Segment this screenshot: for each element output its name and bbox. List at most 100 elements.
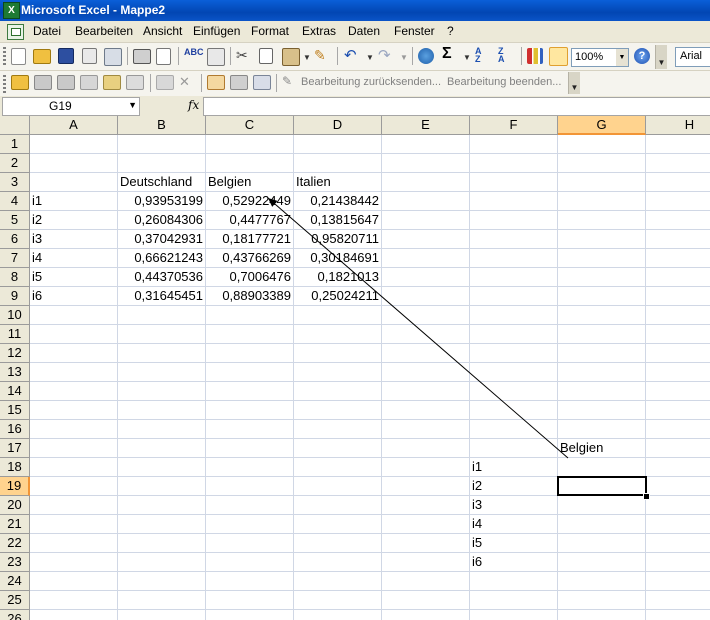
cell-f17[interactable] [470, 439, 558, 458]
cell-c11[interactable] [206, 325, 294, 344]
next-comment-icon[interactable] [57, 75, 75, 90]
cell-e26[interactable] [382, 610, 470, 620]
row-header-26[interactable]: 26 [0, 610, 30, 620]
cell-a5[interactable]: i2 [30, 211, 118, 230]
cell-c12[interactable] [206, 344, 294, 363]
cell-g13[interactable] [558, 363, 646, 382]
cell-e23[interactable] [382, 553, 470, 572]
row-header-20[interactable]: 20 [0, 496, 30, 515]
cell-g9[interactable] [558, 287, 646, 306]
fill-handle[interactable] [643, 493, 650, 500]
redo-dropdown-icon[interactable]: ▼ [400, 53, 408, 62]
formula-input[interactable] [203, 97, 710, 116]
print-icon[interactable] [133, 49, 151, 64]
new-icon[interactable] [11, 48, 26, 65]
row-header-7[interactable]: 7 [0, 249, 30, 268]
cell-b7[interactable]: 0,66621243 [118, 249, 206, 268]
toolbar-grip[interactable] [3, 75, 6, 93]
row-header-23[interactable]: 23 [0, 553, 30, 572]
cell-g24[interactable] [558, 572, 646, 591]
cell-c9[interactable]: 0,88903389 [206, 287, 294, 306]
cell-g12[interactable] [558, 344, 646, 363]
cell-d24[interactable] [294, 572, 382, 591]
track-changes-icon[interactable] [156, 75, 174, 90]
workbook-icon[interactable] [7, 24, 24, 40]
cell-b19[interactable] [118, 477, 206, 496]
cell-c13[interactable] [206, 363, 294, 382]
cell-g11[interactable] [558, 325, 646, 344]
cell-e11[interactable] [382, 325, 470, 344]
name-box[interactable]: G19 ▼ [2, 97, 140, 116]
cell-e17[interactable] [382, 439, 470, 458]
cell-f21[interactable]: i4 [470, 515, 558, 534]
cell-b17[interactable] [118, 439, 206, 458]
cell-f24[interactable] [470, 572, 558, 591]
cell-b2[interactable] [118, 154, 206, 173]
end-review-button[interactable]: Bearbeitung beenden... [447, 76, 561, 88]
cell-d10[interactable] [294, 306, 382, 325]
cell-e8[interactable] [382, 268, 470, 287]
cell-e22[interactable] [382, 534, 470, 553]
cell-f12[interactable] [470, 344, 558, 363]
cell-f19[interactable]: i2 [470, 477, 558, 496]
menu-help[interactable]: ? [447, 24, 454, 38]
cell-h23[interactable] [646, 553, 710, 572]
cell-f6[interactable] [470, 230, 558, 249]
cell-h8[interactable] [646, 268, 710, 287]
cell-g17[interactable]: Belgien [558, 439, 646, 458]
sort-descending-icon[interactable]: ZA [498, 47, 514, 64]
cell-g2[interactable] [558, 154, 646, 173]
cell-a25[interactable] [30, 591, 118, 610]
cell-d6[interactable]: 0,95820711 [294, 230, 382, 249]
cell-e13[interactable] [382, 363, 470, 382]
row-header-24[interactable]: 24 [0, 572, 30, 591]
cell-a22[interactable] [30, 534, 118, 553]
cell-g3[interactable] [558, 173, 646, 192]
cell-g21[interactable] [558, 515, 646, 534]
cell-a14[interactable] [30, 382, 118, 401]
cell-b8[interactable]: 0,44370536 [118, 268, 206, 287]
cell-b1[interactable] [118, 135, 206, 154]
cell-a11[interactable] [30, 325, 118, 344]
cell-g16[interactable] [558, 420, 646, 439]
cell-e15[interactable] [382, 401, 470, 420]
show-all-comments-icon[interactable] [103, 75, 121, 90]
cell-e7[interactable] [382, 249, 470, 268]
column-header-b[interactable]: B [118, 116, 206, 135]
cell-c1[interactable] [206, 135, 294, 154]
cell-c7[interactable]: 0,43766269 [206, 249, 294, 268]
cell-b6[interactable]: 0,37042931 [118, 230, 206, 249]
paste-dropdown-icon[interactable]: ▼ [303, 53, 311, 62]
cell-c3[interactable]: Belgien [206, 173, 294, 192]
sort-ascending-icon[interactable]: AZ [475, 47, 491, 64]
cell-b3[interactable]: Deutschland [118, 173, 206, 192]
toolbar-options-icon[interactable]: ▼ [655, 45, 667, 69]
cell-b18[interactable] [118, 458, 206, 477]
drawing-icon[interactable] [549, 47, 568, 66]
cell-d14[interactable] [294, 382, 382, 401]
cell-d22[interactable] [294, 534, 382, 553]
cell-a12[interactable] [30, 344, 118, 363]
help-icon[interactable]: ? [634, 48, 650, 64]
cell-b5[interactable]: 0,26084306 [118, 211, 206, 230]
autosum-dropdown-icon[interactable]: ▼ [463, 53, 471, 62]
cell-g6[interactable] [558, 230, 646, 249]
cell-f9[interactable] [470, 287, 558, 306]
spelling-icon[interactable]: ABC [184, 47, 204, 63]
cell-c6[interactable]: 0,18177721 [206, 230, 294, 249]
row-header-11[interactable]: 11 [0, 325, 30, 344]
cell-f16[interactable] [470, 420, 558, 439]
cell-f10[interactable] [470, 306, 558, 325]
cell-f22[interactable]: i5 [470, 534, 558, 553]
worksheet-grid[interactable]: ABCDEFGH 1 2 3 4 5 6 7 8 9 10 11 12 13 14 15 16 17 18 19 20… [0, 116, 710, 620]
cell-h16[interactable] [646, 420, 710, 439]
cell-g4[interactable] [558, 192, 646, 211]
cell-f25[interactable] [470, 591, 558, 610]
row-header-18[interactable]: 18 [0, 458, 30, 477]
cell-b24[interactable] [118, 572, 206, 591]
row-header-9[interactable]: 9 [0, 287, 30, 306]
cell-a2[interactable] [30, 154, 118, 173]
cell-c4[interactable]: 0,52922449 [206, 192, 294, 211]
cell-c15[interactable] [206, 401, 294, 420]
cell-c19[interactable] [206, 477, 294, 496]
